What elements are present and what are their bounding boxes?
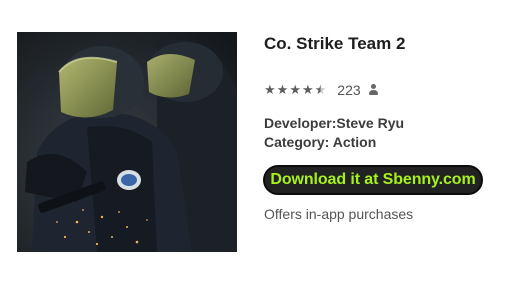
in-app-purchases-note: Offers in-app purchases: [264, 206, 414, 222]
star-icon: ★: [264, 82, 276, 97]
rating-count: 223: [337, 82, 361, 98]
star-icon: ★: [289, 82, 301, 97]
half-star-icon: ★: [314, 82, 327, 97]
category-label: Category: Action: [264, 134, 377, 150]
developer-label: Developer:Steve Ryu: [264, 115, 405, 131]
rating-row: ★ ★ ★ ★ ★ 223: [264, 81, 379, 99]
person-icon: [368, 84, 379, 96]
soldiers-illustration: [17, 32, 237, 252]
star-icon: ★: [301, 82, 314, 97]
app-title: Co. Strike Team 2: [264, 34, 406, 53]
star-icon: ★: [276, 82, 289, 97]
download-button[interactable]: Download it at Sbenny.com: [263, 165, 483, 195]
app-artwork[interactable]: [17, 32, 237, 252]
app-listing: Co. Strike Team 2 ★ ★ ★ ★ ★ 223 Develope…: [0, 0, 514, 286]
download-button-label: Download it at Sbenny.com: [270, 171, 476, 188]
